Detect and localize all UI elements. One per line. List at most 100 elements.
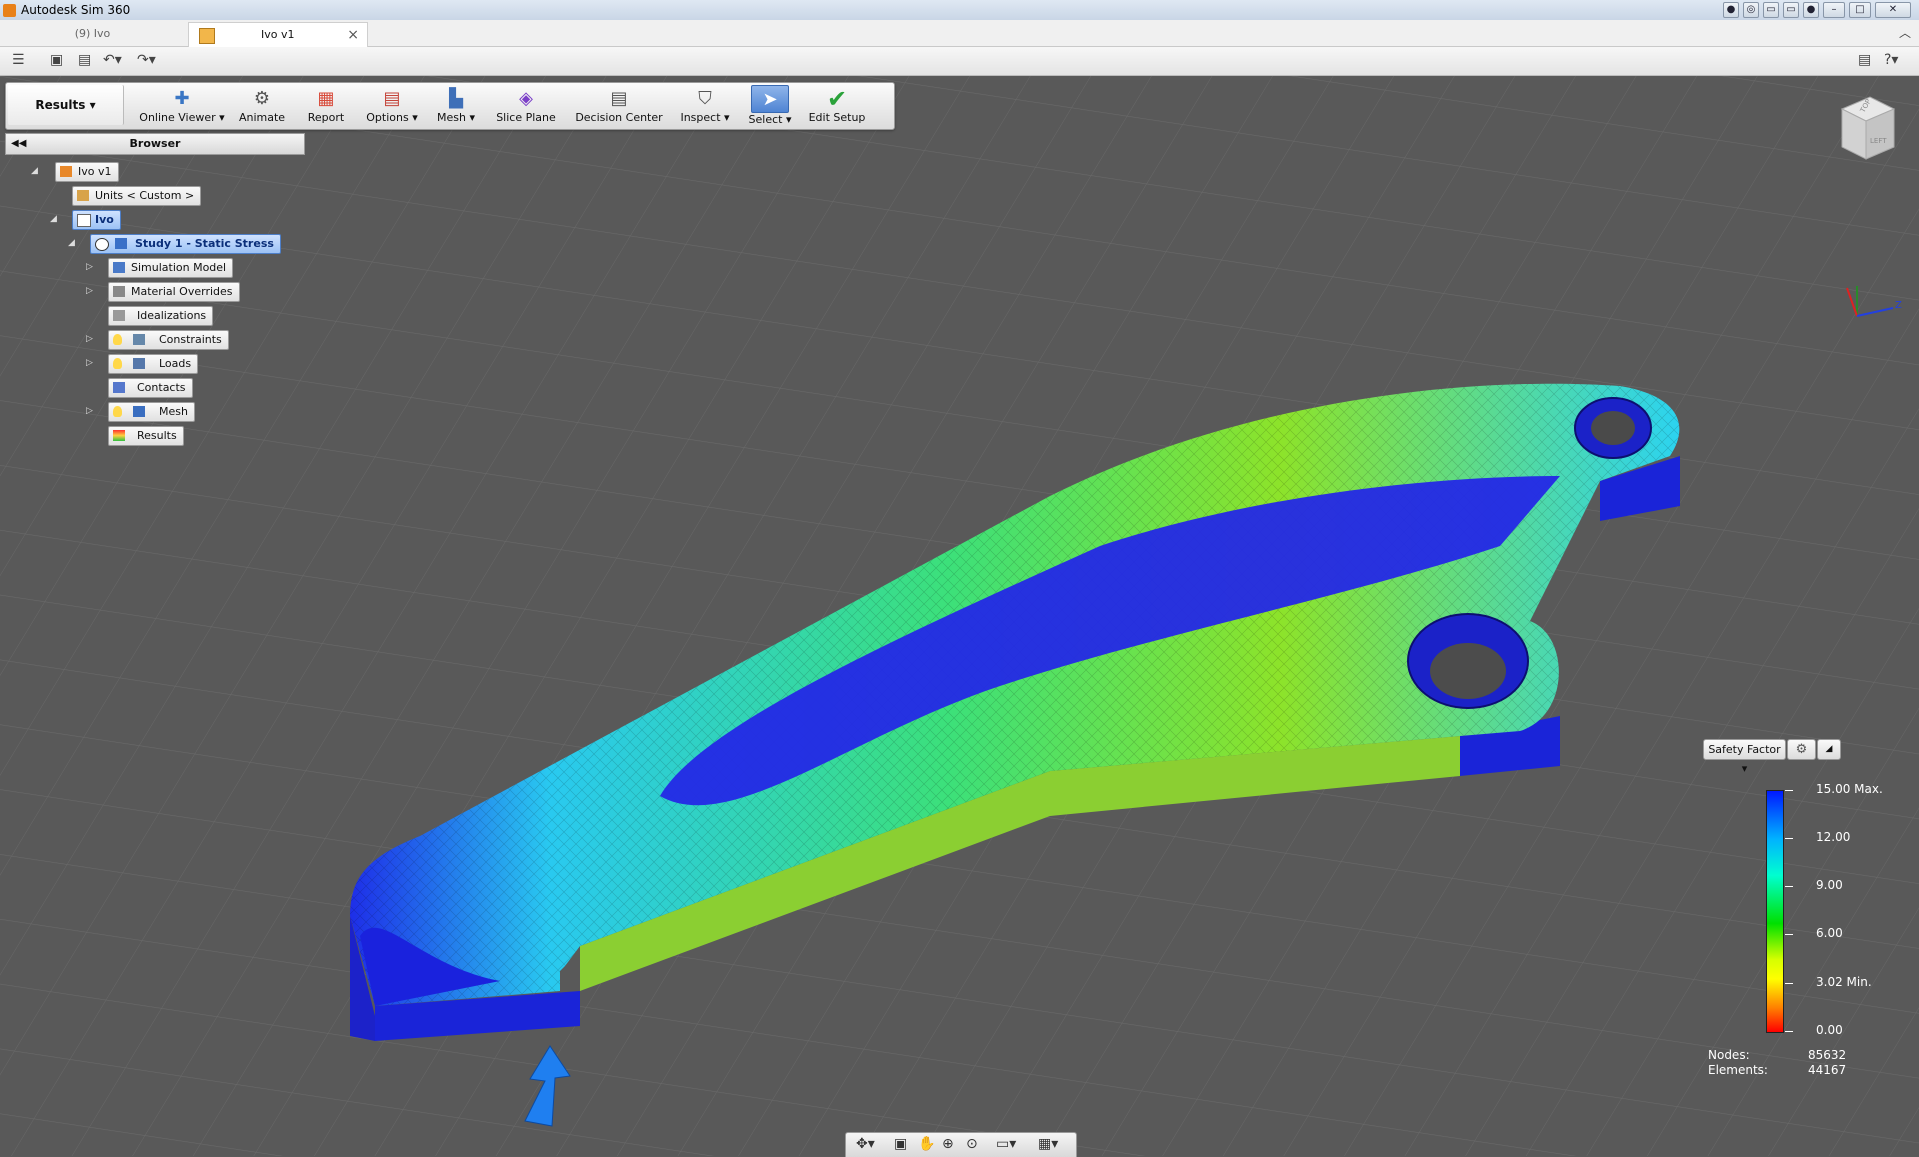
results-workspace-dropdown[interactable]: Results ▾: [8, 85, 124, 125]
maximize-button[interactable]: □: [1849, 2, 1871, 18]
results-toolbar: Results ▾ ✚ Online Viewer ▾ ⚙ Animate ▦ …: [5, 82, 895, 130]
edit-setup-icon: ✔: [826, 85, 848, 113]
close-window-button[interactable]: ✕: [1875, 2, 1911, 18]
decision-center-button[interactable]: ▤ Decision Center: [572, 85, 666, 127]
chevron-up-icon[interactable]: ︿: [1899, 24, 1911, 41]
units-icon: [77, 190, 89, 201]
lightbulb-icon[interactable]: [113, 334, 122, 345]
tab-ivo-9[interactable]: (9) Ivo: [0, 22, 185, 46]
zoom-window-icon[interactable]: ⊙: [966, 1136, 978, 1152]
active-study-radio-icon[interactable]: [95, 238, 109, 251]
title-bar: Autodesk Sim 360 ● ◎ ▭ ▭ ● – □ ✕: [0, 0, 1919, 21]
window-controls: ● ◎ ▭ ▭ ● – □ ✕: [1723, 2, 1911, 18]
slice-plane-icon: ◈: [519, 88, 533, 109]
tree-node-ivo-v1[interactable]: Ivo v1: [55, 162, 119, 182]
gear-icon[interactable]: ⚙: [1787, 739, 1816, 760]
mesh-node-icon: [133, 406, 145, 417]
result-legend-header: Safety Factor ▾ ⚙ ◢: [1703, 739, 1853, 775]
quick-access-toolbar: ☰ ▣ ▤ ↶▾ ↷▾ ▤ ?▾: [0, 47, 1919, 76]
material-icon: [113, 286, 125, 297]
window-title: Autodesk Sim 360: [21, 3, 131, 17]
mesh-button[interactable]: ▙ Mesh ▾: [430, 85, 482, 127]
component-icon: [77, 214, 91, 227]
tree-node-contacts[interactable]: Contacts: [108, 378, 193, 398]
help-question-icon[interactable]: ?▾: [1884, 52, 1898, 68]
view-cube[interactable]: TOP LEFT: [1836, 95, 1898, 167]
tree-node-simulation-model[interactable]: Simulation Model: [108, 258, 234, 278]
tree-node-constraints[interactable]: Constraints: [108, 330, 229, 350]
expand-toggle-icon[interactable]: ▷: [86, 358, 93, 368]
tick-mark: [1785, 838, 1793, 839]
tree-node-results[interactable]: Results: [108, 426, 184, 446]
graphics-viewport[interactable]: [0, 76, 1919, 1156]
minimize-button[interactable]: –: [1823, 2, 1845, 18]
tab-label: Ivo v1: [261, 28, 295, 41]
options-button[interactable]: ▤ Options ▾: [362, 85, 422, 127]
edit-setup-button[interactable]: ✔ Edit Setup: [805, 85, 869, 127]
axis-triad-icon: Z: [1846, 286, 1902, 317]
online-viewer-icon: ✚: [174, 88, 190, 109]
save-as-icon[interactable]: ▤: [78, 52, 91, 68]
comment-icon[interactable]: ▤: [1858, 52, 1871, 68]
online-viewer-button[interactable]: ✚ Online Viewer ▾: [136, 85, 228, 127]
idealizations-icon: [113, 310, 125, 321]
document-icon: [199, 28, 215, 44]
tick-mark: [1785, 886, 1793, 887]
expand-toggle-icon[interactable]: ◢: [31, 166, 38, 176]
lightbulb-icon[interactable]: [113, 358, 122, 369]
contacts-icon: [113, 382, 125, 393]
expand-toggle-icon[interactable]: ◢: [50, 214, 57, 224]
expand-toggle-icon[interactable]: ▷: [86, 286, 93, 296]
study-icon: [115, 238, 127, 249]
display-settings-icon[interactable]: ▭▾: [996, 1136, 1016, 1152]
look-at-icon[interactable]: ▣: [894, 1136, 907, 1152]
collapse-browser-icon[interactable]: ◀◀: [11, 134, 26, 154]
redo-icon[interactable]: ↷▾: [137, 52, 156, 68]
menu-icon[interactable]: ☰: [12, 52, 25, 68]
inspect-icon: ⛉: [698, 88, 712, 109]
tree-node-ivo[interactable]: Ivo: [72, 210, 121, 230]
view-icon[interactable]: ◎: [1743, 2, 1759, 18]
tree-node-study-1[interactable]: Study 1 - Static Stress: [90, 234, 281, 254]
options-icon: ▤: [383, 88, 401, 109]
animate-button[interactable]: ⚙ Animate: [232, 85, 292, 127]
tick-mark: [1785, 983, 1793, 984]
result-type-dropdown[interactable]: Safety Factor ▾: [1703, 739, 1786, 775]
expand-toggle-icon[interactable]: ▷: [86, 262, 93, 272]
comm-center-icon[interactable]: ●: [1723, 2, 1739, 18]
undo-icon[interactable]: ↶▾: [103, 52, 122, 68]
panel-icon[interactable]: ▭: [1763, 2, 1779, 18]
expand-toggle-icon[interactable]: ▷: [86, 334, 93, 344]
tick-mark: [1785, 1031, 1793, 1032]
expand-toggle-icon[interactable]: ◢: [68, 238, 75, 248]
loads-icon: [133, 358, 145, 369]
model-canvas[interactable]: [0, 76, 1919, 1156]
grid-settings-icon[interactable]: ▦▾: [1038, 1136, 1058, 1152]
expand-toggle-icon[interactable]: ▷: [86, 406, 93, 416]
lightbulb-icon[interactable]: [113, 406, 122, 417]
legend-collapse-icon[interactable]: ◢: [1817, 739, 1841, 760]
tree-node-idealizations[interactable]: Idealizations: [108, 306, 214, 326]
save-icon[interactable]: ▣: [50, 52, 63, 68]
nodes-value: 85632: [1808, 1048, 1847, 1062]
help-icon[interactable]: ●: [1803, 2, 1819, 18]
tick-mark: [1785, 934, 1793, 935]
layout-icon[interactable]: ▭: [1783, 2, 1799, 18]
report-button[interactable]: ▦ Report: [296, 85, 356, 127]
tree-node-material-overrides[interactable]: Material Overrides: [108, 282, 240, 302]
tab-ivo-v1[interactable]: Ivo v1 ×: [188, 22, 368, 47]
slice-plane-button[interactable]: ◈ Slice Plane: [494, 85, 558, 127]
elements-value: 44167: [1808, 1063, 1847, 1077]
pan-icon[interactable]: ✋: [918, 1136, 935, 1152]
tick-mark: [1785, 790, 1793, 791]
close-tab-icon[interactable]: ×: [347, 23, 359, 47]
decision-center-icon: ▤: [610, 88, 628, 109]
select-button[interactable]: ➤ Select ▾: [743, 85, 797, 127]
zoom-icon[interactable]: ⊕: [942, 1136, 954, 1152]
tree-node-units[interactable]: Units < Custom >: [72, 186, 202, 206]
navigation-bar: ✥▾ ▣ ✋ ⊕ ⊙ ▭▾ ▦▾: [845, 1132, 1077, 1157]
tree-node-mesh[interactable]: Mesh: [108, 402, 195, 422]
tree-node-loads[interactable]: Loads: [108, 354, 199, 374]
orbit-icon[interactable]: ✥▾: [856, 1136, 875, 1152]
inspect-button[interactable]: ⛉ Inspect ▾: [678, 85, 732, 127]
